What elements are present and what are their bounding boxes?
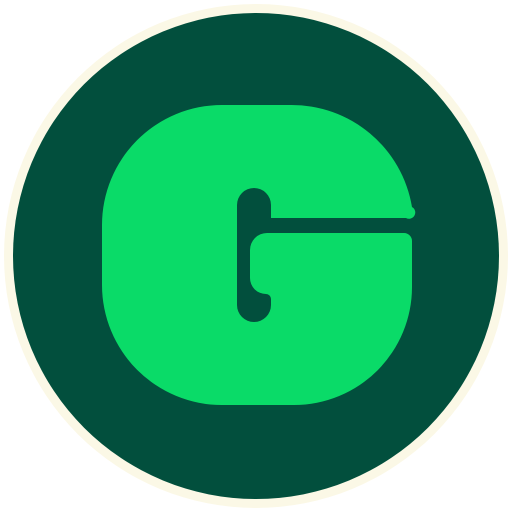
logo-letter-g-shape [102, 104, 416, 406]
app-icon [0, 0, 512, 512]
g-letter-logo-icon [4, 4, 508, 508]
